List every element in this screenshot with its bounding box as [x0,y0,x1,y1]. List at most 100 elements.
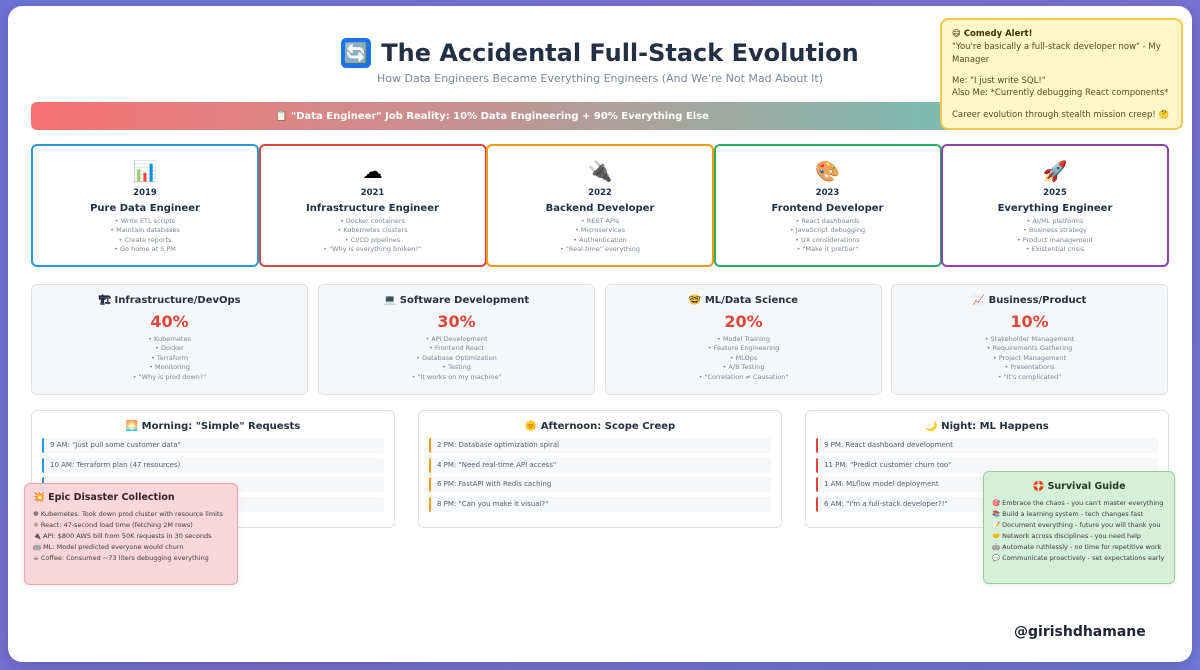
author-handle: @girishdhamane [1014,624,1146,640]
breakdown-item: • Monitoring [149,363,190,372]
timeline-card: 🎨 2023 Frontend Developer • React dashboard… [713,144,942,267]
timeline-role: Backend Developer [545,203,655,214]
timeline-item: • "Make it prettier" [796,245,859,254]
day-row: 2 PM: Database optimization spiral [429,438,771,453]
breakdown-percent: 10% [1010,312,1049,331]
timeline-item: • Create reports [118,235,172,244]
career-timeline: 📊 2019 Pure Data Engineer • Write ETL scrip… [31,144,1169,268]
day-row: 10 AM: Terraform plan (47 resources) [42,457,384,473]
timeline-item: • AI/ML platforms [1026,217,1084,225]
timeline-item: • Kubernetes clusters [337,226,408,235]
timeline-item: • Product management [1016,235,1094,244]
timeline-item: • Go home at 5 PM [114,245,176,254]
breakdown-item: • MLOps [729,353,758,362]
day-row: 4 PM: "Need real-time API access" [429,457,771,473]
breakdown-item: • Testing [442,363,471,372]
breakdown-item: • Project Management [992,353,1067,362]
timeline-item: • React dashboards [795,217,860,225]
survival-guide: 🛟 Survival Guide 🎯 Embrace the chaos - y… [983,471,1175,584]
breakdown-item: • API Development [425,335,488,343]
breakdown-item: • "Why is prod down?" [132,372,207,381]
breakdown-item: • "It works on my machine" [411,372,502,381]
page-card: 🔄 The Accidental Full-Stack Evolution Ho… [8,6,1192,662]
timeline-year: 2023 [815,188,840,198]
timeline-icon: 🔌 [587,159,613,183]
survival-item: 🎯 Embrace the chaos - you can't master e… [992,499,1164,507]
breakdown-item: • "Correlation ≠ Causation" [698,372,789,381]
timeline-year: 2025 [1043,188,1067,198]
breakdown-card: 🏗 Infrastructure/DevOps 40% • Kubernetes • … [31,284,308,395]
disaster-item: ☸ Kubernetes: Took down prod cluster wit… [33,510,223,518]
job-reality-banner: 📋 "Data Engineer" Job Reality: 10% Data … [31,102,953,130]
timeline-icon: 🚀 [1042,159,1068,183]
breakdown-item: • Presentations [1004,363,1055,372]
timeline-item: • Existential crisis [1025,245,1085,254]
page-title: The Accidental Full-Stack Evolution [381,39,859,67]
timeline-icon: 🎨 [815,159,840,183]
day-title: 🌅 Morning: "Simple" Requests [125,421,301,432]
timeline-icon: ☁ [362,159,383,183]
timeline-item: • Docker containers [340,217,405,225]
breakdown-item: • Terraform [150,353,189,362]
breakdown-title: 📈 Business/Product [972,295,1087,306]
disaster-item: 🤖 ML: Model predicted everyone would chu… [33,543,184,552]
breakdown-card: 🤓 ML/Data Science 20% • Model Training • Fe… [605,284,882,395]
breakdown-title: 💻 Software Development [383,295,530,306]
timeline-item: • "Why is everything broken?" [323,245,422,254]
timeline-card: 🚀 2025 Everything Engineer • AI/ML platform… [941,144,1169,267]
survival-item: 💬 Communicate proactively - set expectat… [992,554,1165,563]
disaster-item: ☕ Coffee: Consumed ~73 liters debugging … [33,554,209,563]
timeline-card: ☁ 2021 Infrastructure Engineer • Docker con… [258,144,487,267]
timeline-item: • Maintain databases [110,226,180,235]
breakdown-title: 🤓 ML/Data Science [688,295,799,306]
breakdown-item: • Feature Engineering [707,344,780,353]
comedy-alert-line: Also Me: *Currently debugging React comp… [952,88,1169,99]
timeline-item: • JavaScript debugging [789,226,866,235]
comedy-alert-line: "You're basically a full-stack developer… [952,42,1161,65]
timeline-role: Infrastructure Engineer [306,203,439,214]
breakdown-item: • A/B Testing [722,363,765,372]
breakdown-item: • "It's complicated" [997,372,1062,381]
timeline-item: • CI/CD pipelines [344,235,401,244]
timeline-role: Everything Engineer [997,203,1113,214]
day-card: 🌞 Afternoon: Scope Creep 2 PM: Database o… [418,410,782,528]
timeline-item: • Microservices [574,226,626,235]
timeline-item: • Business strategy [1023,226,1087,235]
timeline-year: 2022 [588,188,612,198]
breakdown-item: • Requirements Gathering [986,344,1073,353]
survival-item: 🤖 Automate ruthlessly - no time for repe… [992,543,1162,552]
day-title: 🌙 Night: ML Happens [925,421,1049,432]
timeline-item: • UX considerations [795,235,860,244]
comedy-alert-line: Career evolution through stealth mission… [952,109,1170,120]
survival-item: 🤝 Network across disciplines - you need … [992,532,1142,541]
disaster-item: 🔌 API: $800 AWS bill from 50K requests i… [33,532,212,541]
breakdown-percent: 40% [150,312,189,331]
timeline-item: • REST APIs [580,217,620,225]
timeline-icon: 📊 [132,159,158,183]
breakdown-item: • Stakeholder Management [984,335,1075,343]
timeline-item: • Write ETL scripts [114,217,176,225]
breakdown-item: • Docker [155,344,184,353]
timeline-card: 🔌 2022 Backend Developer • REST APIs • Micro… [486,144,714,267]
timeline-item: • "Real-time" everything [559,245,641,254]
breakdown-item: • Model Training [716,335,771,343]
disaster-title: 💥 Epic Disaster Collection [33,492,175,503]
breakdown-item: • Kubernetes [148,335,191,343]
breakdown-title: 🏗 Infrastructure/DevOps [98,295,241,306]
disaster-collection: 💥 Epic Disaster Collection ☸ Kubernetes:… [24,483,238,585]
breakdown-item: • Database Optimization [416,353,497,362]
timeline-year: 2021 [360,188,385,198]
breakdown-card: 📈 Business/Product 10% • Stakeholder Manag… [891,284,1168,395]
day-title: 🌞 Afternoon: Scope Creep [524,421,676,432]
breakdown-item: • Frontend React [429,344,484,353]
day-row: 9 AM: "Just pull some customer data" [42,438,384,453]
timeline-card: 📊 2019 Pure Data Engineer • Write ETL scrip… [31,144,259,267]
timeline-year: 2019 [133,188,157,198]
day-row: 9 PM: React dashboard development [816,438,1158,453]
breakdown-percent: 20% [724,312,763,331]
comedy-alert-title: 😄 Comedy Alert! [952,29,1033,39]
breakdown-card: 💻 Software Development 30% • API Developme… [318,284,595,395]
day-row: 8 PM: "Can you make it visual?" [429,496,771,512]
disaster-item: ⚛ React: 47-second load time (fetching 2… [33,521,193,530]
refresh-icon: 🔄 [341,38,372,68]
